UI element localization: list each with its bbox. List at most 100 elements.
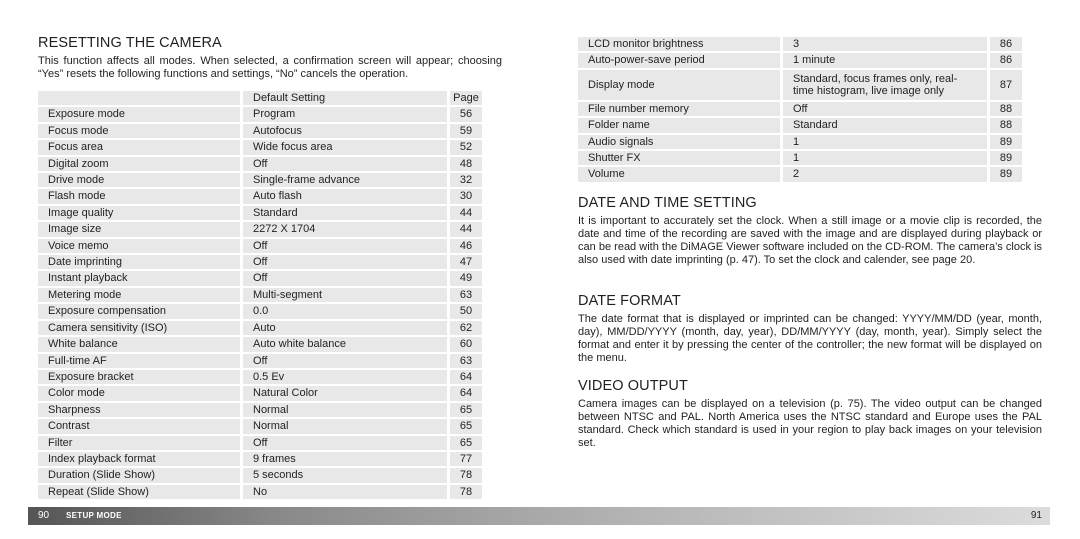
setting-value: 9 frames: [243, 451, 447, 467]
page-ref: 65: [450, 402, 482, 418]
table-row: Display mode Standard, focus frames only,…: [578, 69, 1022, 100]
page-ref: 88: [990, 101, 1022, 117]
setting-name: Color mode: [38, 386, 240, 401]
section-text: Camera images can be displayed on a tele…: [578, 398, 1042, 449]
table-row: Flash mode Auto flash 30: [38, 189, 482, 204]
page-ref: 64: [450, 369, 482, 385]
table-row: Index playback format 9 frames 77: [38, 451, 482, 467]
setting-name: Duration (Slide Show): [38, 468, 240, 483]
left-page-number: 90: [38, 510, 50, 521]
table-row: Exposure mode Program 56: [38, 107, 482, 122]
page-ref: 78: [450, 484, 482, 500]
table-row: Shutter FX 1 89: [578, 151, 1022, 166]
table-row: Exposure bracket 0.5 Ev 64: [38, 369, 482, 385]
page-ref: 46: [450, 238, 482, 254]
setting-name: LCD monitor brightness: [578, 37, 780, 52]
setting-value: Single-frame advance: [243, 173, 447, 188]
page-ref: 65: [450, 419, 482, 434]
setting-value: No: [243, 484, 447, 500]
setting-value: Off: [783, 101, 987, 117]
table-row: Focus mode Autofocus 59: [38, 123, 482, 139]
setting-name: Flash mode: [38, 189, 240, 204]
setting-name: Digital zoom: [38, 156, 240, 172]
setting-name: Exposure compensation: [38, 304, 240, 319]
setting-name: Filter: [38, 435, 240, 450]
setting-value: Off: [243, 156, 447, 172]
page-ref: 77: [450, 451, 482, 467]
footer-section-name: SETUP MODE: [66, 511, 122, 520]
table-row: Color mode Natural Color 64: [38, 386, 482, 401]
page-ref: 89: [990, 167, 1022, 182]
page-ref: 62: [450, 320, 482, 336]
table-row: Instant playback Off 49: [38, 271, 482, 286]
page-ref: 44: [450, 205, 482, 221]
setting-name: Focus area: [38, 140, 240, 155]
setting-value: Program: [243, 107, 447, 122]
setting-value: 0.5 Ev: [243, 369, 447, 385]
setting-value: Standard: [243, 205, 447, 221]
setting-name: File number memory: [578, 101, 780, 117]
setting-value: Autofocus: [243, 123, 447, 139]
page-ref: 63: [450, 353, 482, 368]
setting-value: Off: [243, 353, 447, 368]
header-page: Page: [450, 91, 482, 106]
setting-value: 1: [783, 134, 987, 150]
setting-value: Off: [243, 238, 447, 254]
page-ref: 65: [450, 435, 482, 450]
page-ref: 52: [450, 140, 482, 155]
table-row: File number memory Off 88: [578, 101, 1022, 117]
table-row: Folder name Standard 88: [578, 118, 1022, 133]
page-ref: 30: [450, 189, 482, 204]
resetting-intro: This function affects all modes. When se…: [38, 55, 502, 80]
section-title-resetting: RESETTING THE CAMERA: [38, 35, 222, 51]
setting-value: 2: [783, 167, 987, 182]
setting-name: Image quality: [38, 205, 240, 221]
table-row: Drive mode Single-frame advance 32: [38, 173, 482, 188]
table-row: Metering mode Multi-segment 63: [38, 287, 482, 303]
table-row: Date imprinting Off 47: [38, 255, 482, 270]
setting-value: 0.0: [243, 304, 447, 319]
setting-name: Focus mode: [38, 123, 240, 139]
setting-value: Auto white balance: [243, 337, 447, 352]
setting-name: Image size: [38, 222, 240, 237]
setting-value: Wide focus area: [243, 140, 447, 155]
setting-name: Camera sensitivity (ISO): [38, 320, 240, 336]
setting-name: Display mode: [578, 69, 780, 100]
page-ref: 44: [450, 222, 482, 237]
setting-value: Standard, focus frames only, real-time h…: [783, 69, 987, 100]
page-ref: 86: [990, 37, 1022, 52]
page-ref: 86: [990, 53, 1022, 68]
setting-value: Auto flash: [243, 189, 447, 204]
table-row: White balance Auto white balance 60: [38, 337, 482, 352]
table-row: Full-time AF Off 63: [38, 353, 482, 368]
setting-name: Instant playback: [38, 271, 240, 286]
setting-value: Auto: [243, 320, 447, 336]
setting-name: Repeat (Slide Show): [38, 484, 240, 500]
setting-name: Folder name: [578, 118, 780, 133]
page-ref: 63: [450, 287, 482, 303]
table-row: Contrast Normal 65: [38, 419, 482, 434]
setting-value: Off: [243, 255, 447, 270]
table-row: Volume 2 89: [578, 167, 1022, 182]
page-footer: 90 SETUP MODE 91: [28, 507, 1050, 525]
table-row: Image quality Standard 44: [38, 205, 482, 221]
setting-name: Voice memo: [38, 238, 240, 254]
setting-name: Audio signals: [578, 134, 780, 150]
setting-value: 1: [783, 151, 987, 166]
setting-value: Normal: [243, 419, 447, 434]
setting-value: Standard: [783, 118, 987, 133]
setting-name: Drive mode: [38, 173, 240, 188]
table-row: LCD monitor brightness 3 86: [578, 37, 1022, 52]
settings-table-continued: LCD monitor brightness 3 86 Auto-power-save…: [575, 35, 1025, 184]
setting-value: Natural Color: [243, 386, 447, 401]
setting-name: Metering mode: [38, 287, 240, 303]
page-ref: 59: [450, 123, 482, 139]
setting-name: Exposure bracket: [38, 369, 240, 385]
page-ref: 88: [990, 118, 1022, 133]
table-row: Image size 2272 X 1704 44: [38, 222, 482, 237]
page-ref: 60: [450, 337, 482, 352]
page-ref: 32: [450, 173, 482, 188]
setting-name: Date imprinting: [38, 255, 240, 270]
section-title: VIDEO OUTPUT: [578, 378, 688, 394]
setting-name: Volume: [578, 167, 780, 182]
